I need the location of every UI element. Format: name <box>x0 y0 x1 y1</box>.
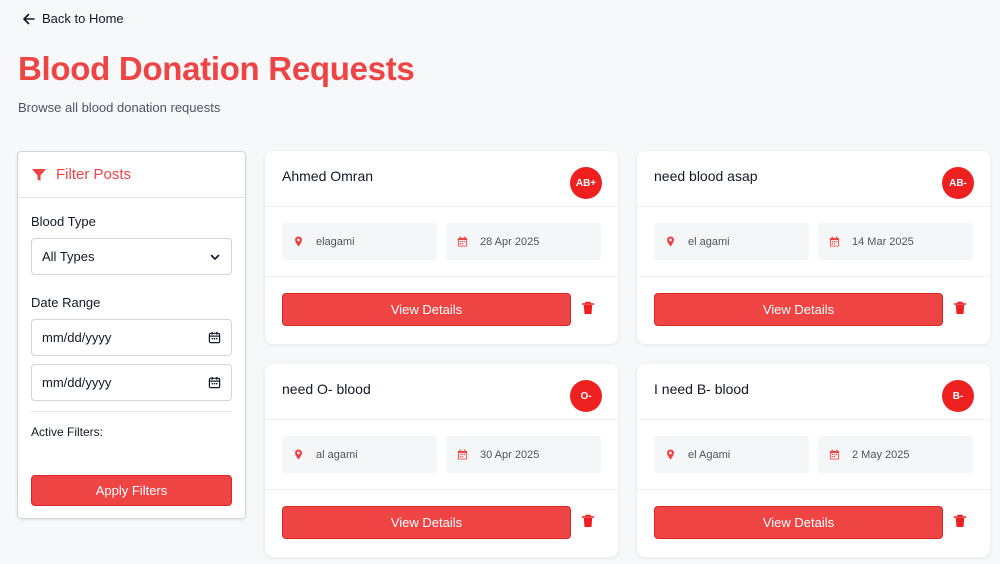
blood-type-badge: AB+ <box>570 167 602 199</box>
date-text: 30 Apr 2025 <box>480 448 540 461</box>
filter-panel: Filter Posts Blood Type All Types Date R… <box>17 151 246 519</box>
location-pill: elagami <box>282 223 437 260</box>
request-title: need blood asap <box>654 168 758 184</box>
calendar-icon <box>829 236 840 247</box>
request-title: need O- blood <box>282 381 371 397</box>
date-text: 14 Mar 2025 <box>852 235 914 248</box>
request-card: need O- blood O- al agami 30 Apr 2025 Vi… <box>265 364 618 557</box>
location-pill: el agami <box>654 223 809 260</box>
active-filters-label: Active Filters: <box>31 425 104 439</box>
calendar-icon[interactable] <box>208 376 221 389</box>
filter-panel-header: Filter Posts <box>18 152 245 198</box>
page-title: Blood Donation Requests <box>18 50 415 87</box>
delete-button[interactable] <box>581 301 597 317</box>
back-link-label: Back to Home <box>42 11 124 26</box>
date-text: 2 May 2025 <box>852 448 910 461</box>
date-range-label: Date Range <box>31 295 101 310</box>
date-from-placeholder: mm/dd/yyyy <box>42 330 112 345</box>
blood-type-badge: AB- <box>942 167 974 199</box>
funnel-icon <box>32 168 46 181</box>
date-to-input[interactable]: mm/dd/yyyy <box>31 364 232 401</box>
calendar-icon <box>829 449 840 460</box>
trash-icon <box>953 514 967 527</box>
request-card: Ahmed Omran AB+ elagami 28 Apr 2025 View… <box>265 151 618 344</box>
request-card: I need B- blood B- el Agami 2 May 2025 V… <box>637 364 990 557</box>
page-subtitle: Browse all blood donation requests <box>18 100 221 115</box>
trash-icon <box>581 301 595 314</box>
apply-filters-button[interactable]: Apply Filters <box>31 475 232 506</box>
delete-button[interactable] <box>581 514 597 530</box>
map-pin-icon <box>667 449 674 460</box>
arrow-left-icon <box>23 13 35 24</box>
trash-icon <box>581 514 595 527</box>
request-title: Ahmed Omran <box>282 168 374 184</box>
chevron-down-icon <box>210 254 220 260</box>
date-pill: 14 Mar 2025 <box>818 223 973 260</box>
view-details-button[interactable]: View Details <box>654 506 943 539</box>
location-pill: al agami <box>282 436 437 473</box>
delete-button[interactable] <box>953 301 969 317</box>
request-card: need blood asap AB- el agami 14 Mar 2025… <box>637 151 990 344</box>
location-text: el agami <box>688 235 730 248</box>
location-text: al agami <box>316 448 358 461</box>
blood-type-badge: O- <box>570 380 602 412</box>
blood-type-label: Blood Type <box>31 214 96 229</box>
delete-button[interactable] <box>953 514 969 530</box>
trash-icon <box>953 301 967 314</box>
map-pin-icon <box>295 449 302 460</box>
calendar-icon <box>457 449 468 460</box>
location-text: elagami <box>316 235 355 248</box>
request-title: I need B- blood <box>654 381 749 397</box>
view-details-button[interactable]: View Details <box>654 293 943 326</box>
filter-panel-title: Filter Posts <box>56 166 132 183</box>
view-details-button[interactable]: View Details <box>282 293 571 326</box>
map-pin-icon <box>667 236 674 247</box>
date-pill: 2 May 2025 <box>818 436 973 473</box>
date-pill: 30 Apr 2025 <box>446 436 601 473</box>
blood-type-selected-value: All Types <box>42 249 95 264</box>
blood-type-select[interactable]: All Types <box>31 238 232 275</box>
date-pill: 28 Apr 2025 <box>446 223 601 260</box>
blood-type-badge: B- <box>942 380 974 412</box>
calendar-icon[interactable] <box>208 331 221 344</box>
date-text: 28 Apr 2025 <box>480 235 540 248</box>
date-to-placeholder: mm/dd/yyyy <box>42 375 112 390</box>
location-pill: el Agami <box>654 436 809 473</box>
map-pin-icon <box>295 236 302 247</box>
filter-divider <box>31 411 232 412</box>
date-from-input[interactable]: mm/dd/yyyy <box>31 319 232 356</box>
back-to-home-link[interactable]: Back to Home <box>22 11 124 26</box>
location-text: el Agami <box>688 448 731 461</box>
calendar-icon <box>457 236 468 247</box>
view-details-button[interactable]: View Details <box>282 506 571 539</box>
